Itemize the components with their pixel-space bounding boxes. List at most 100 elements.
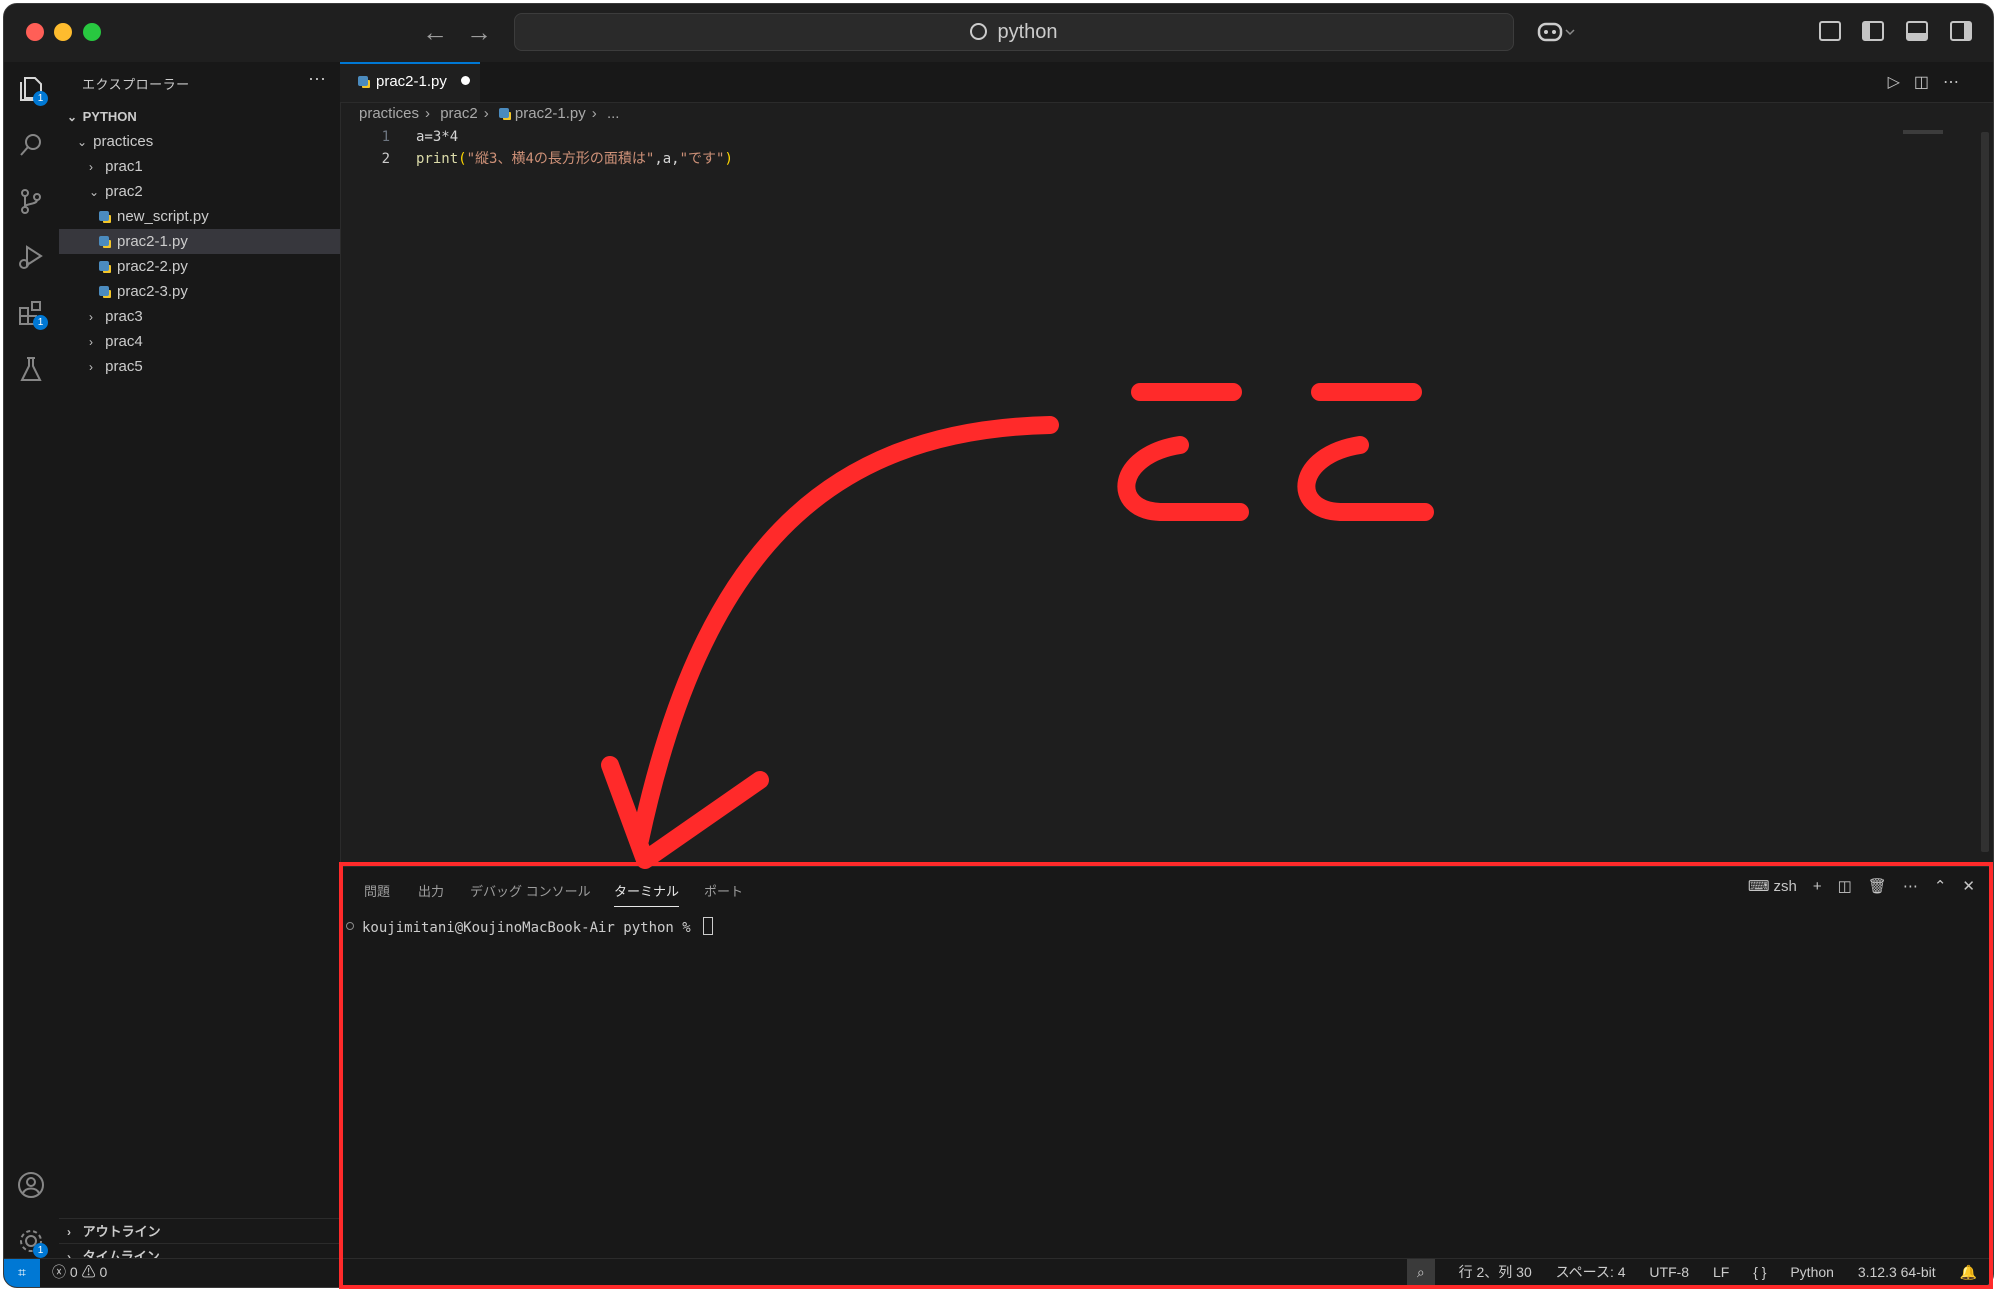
run-python-icon[interactable]: ▷ [1888,74,1914,91]
explorer-title: エクスプローラー [82,77,190,92]
cursor-position[interactable]: 行 2、列 30 [1459,1264,1532,1280]
terminal-output[interactable]: koujimitani@KoujinoMacBook-Air python % [346,917,714,936]
chevron-right-icon: › [89,160,93,174]
editor-scrollbar[interactable] [1981,132,1989,852]
close-window-button[interactable] [26,23,44,41]
more-icon[interactable]: ⋯ [1903,878,1918,895]
warning-count: 0 [99,1264,108,1280]
chevron-right-icon: › [89,360,93,374]
chevron-down-icon: ⌄ [77,135,88,149]
close-panel-icon[interactable]: ✕ [1962,878,1975,895]
python-file-icon [358,76,368,86]
tree-item-label: new_script.py [117,208,209,225]
tree-item-label: prac3 [105,308,143,325]
code-line[interactable]: 1 a=3*4 [340,126,459,148]
chevron-down-icon: ⌄ [67,110,78,124]
minimap[interactable] [1903,130,1943,134]
status-right: ⌕ 行 2、列 30 スペース: 4 UTF-8 LF { } Python 3… [1387,1259,1977,1286]
toggle-panel-icon[interactable] [1906,21,1928,41]
end-of-line[interactable]: LF [1713,1264,1729,1280]
testing-icon[interactable] [16,354,46,384]
language-label: Python [1790,1264,1834,1280]
breadcrumb-item[interactable]: ... [607,105,620,122]
tree-item-prac2-3[interactable]: prac2-3.py [59,279,340,304]
tree-item-prac5[interactable]: › prac5 [59,354,340,379]
tab-prac2-1[interactable]: prac2-1.py [340,62,480,102]
explorer-more-icon[interactable]: ··· [308,68,326,89]
indentation[interactable]: スペース: 4 [1556,1264,1626,1280]
shell-name[interactable]: zsh [1774,878,1797,895]
command-center-search[interactable]: python [514,13,1514,51]
copilot-icon[interactable] [1536,18,1576,46]
title-bar: ← → python [4,4,1993,63]
chevron-right-icon: › [89,335,93,349]
tab-ports[interactable]: ポート [704,881,743,900]
tree-item-label: prac2-3.py [117,283,188,300]
maximize-panel-icon[interactable]: ⌃ [1934,878,1947,895]
tree-item-new-script[interactable]: new_script.py [59,204,340,229]
tree-item-prac3[interactable]: › prac3 [59,304,340,329]
python-file-icon [99,236,109,246]
python-interpreter[interactable]: 3.12.3 64-bit [1858,1264,1936,1280]
tab-terminal[interactable]: ターミナル [614,881,680,907]
code-string: "縦3、横4の長方形の面積は" [466,151,655,167]
trash-icon[interactable]: 🗑 [1868,878,1887,895]
terminal-icon: ⌨ [1747,878,1770,895]
breadcrumb-item[interactable]: prac2 [440,105,478,122]
panel-actions: ⌨ zsh + ◫ 🗑 ⋯ ⌃ ✕ [1732,877,1975,895]
more-actions-icon[interactable]: ⋯ [1943,74,1973,91]
toggle-primary-sidebar-icon[interactable] [1862,21,1884,41]
split-terminal-icon[interactable]: ◫ [1838,878,1852,895]
tab-problems[interactable]: 問題 [364,881,390,900]
run-debug-icon[interactable] [16,242,46,272]
remote-icon[interactable]: ⌗ [4,1259,40,1287]
forward-arrow-icon[interactable]: → [466,18,492,46]
breadcrumb-item[interactable]: practices [359,105,419,122]
code-paren: ( [458,151,467,167]
breadcrumb-item[interactable]: prac2-1.py [515,105,586,122]
breadcrumb: practices › prac2 › prac2-1.py › ... [359,105,625,122]
encoding[interactable]: UTF-8 [1649,1264,1689,1280]
notifications-bell-icon[interactable]: 🔔 [1960,1264,1977,1280]
tree-item-label: prac4 [105,333,143,350]
bottom-panel: 問題 出力 デバッグ コンソール ターミナル ポート ⌨ zsh + ◫ 🗑 ⋯ ⌃ ✕ ko… [340,866,1993,1259]
new-terminal-icon[interactable]: + [1813,878,1822,895]
tree-item-prac1[interactable]: › prac1 [59,154,340,179]
python-file-icon [99,261,109,271]
vscode-window: ← → python 1 1 1 エクスプローラー ··· ⌄ PYTHON ⌄… [3,3,1994,1288]
workspace-root[interactable]: ⌄ PYTHON [59,104,340,129]
tree-item-practices[interactable]: ⌄ practices [59,129,340,154]
zoom-icon[interactable]: ⌕ [1406,1259,1435,1286]
customize-layout-icon[interactable] [1819,21,1841,41]
zoom-window-button[interactable] [83,23,101,41]
explorer-icon[interactable]: 1 [16,74,48,106]
code-line[interactable]: 2 print("縦3、横4の長方形の面積は",a,"です") [340,148,733,170]
tree-item-prac2[interactable]: ⌄ prac2 [59,179,340,204]
settings-gear-icon[interactable]: 1 [16,1226,48,1258]
tree-item-label: prac2-1.py [117,233,188,250]
explorer-sidebar: エクスプローラー ··· ⌄ PYTHON ⌄ practices › prac… [59,62,341,1264]
unsaved-dot-icon [460,76,470,85]
workspace-root-label: PYTHON [82,109,137,124]
tree-item-prac4[interactable]: › prac4 [59,329,340,354]
warning-icon: ⚠ [81,1264,96,1280]
search-icon[interactable] [16,130,46,160]
tree-item-label: prac1 [105,158,143,175]
extensions-badge: 1 [33,315,48,330]
tree-item-prac2-1[interactable]: prac2-1.py [59,229,340,254]
tree-item-prac2-2[interactable]: prac2-2.py [59,254,340,279]
accounts-icon[interactable] [16,1170,46,1200]
split-editor-icon[interactable]: ◫ [1914,74,1943,91]
tab-debug-console[interactable]: デバッグ コンソール [470,881,591,900]
terminal-status-icon [346,922,354,930]
tree-item-label: prac2 [105,183,143,200]
language-mode[interactable]: { } Python [1753,1264,1834,1280]
back-arrow-icon[interactable]: ← [422,18,448,46]
outline-section[interactable]: › アウトライン [59,1218,340,1244]
extensions-icon[interactable]: 1 [16,298,48,330]
minimize-window-button[interactable] [54,23,72,41]
source-control-icon[interactable] [16,186,46,216]
tab-output[interactable]: 出力 [418,881,444,900]
problems-status[interactable]: ⓧ 0 ⚠ 0 [52,1259,107,1286]
toggle-secondary-sidebar-icon[interactable] [1950,21,1972,41]
